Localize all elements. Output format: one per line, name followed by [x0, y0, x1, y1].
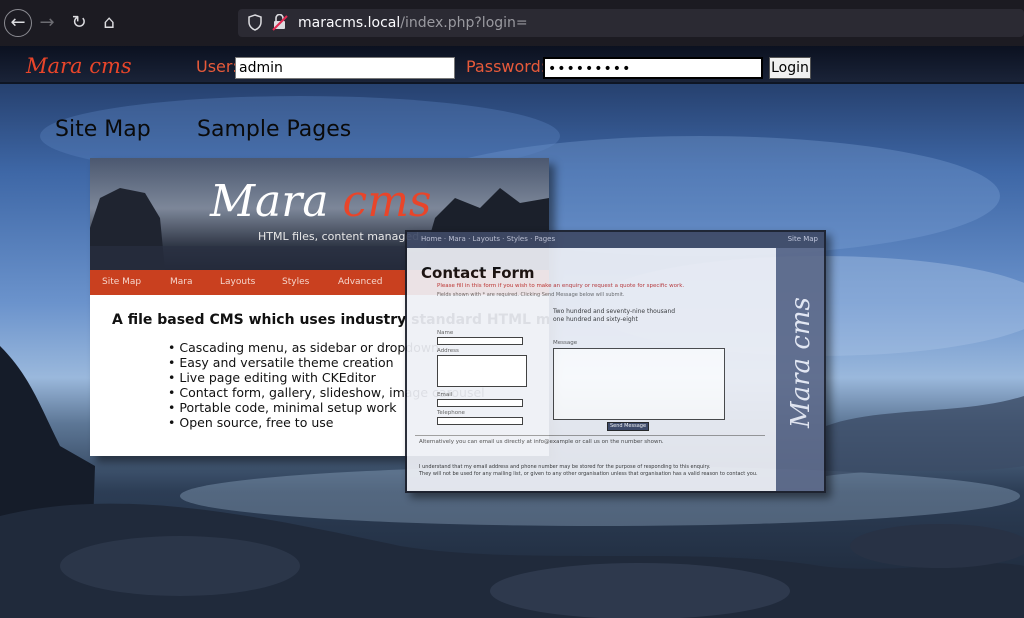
url-path: /index.php?login=: [400, 15, 528, 31]
preview-field-label: Address: [437, 348, 459, 354]
browser-toolbar: ← → ↻ ⌂ maracms.local/index.php?login=: [0, 0, 1024, 46]
preview-form-intro: Please fill in this form if you wish to …: [437, 283, 685, 289]
preview-address-input: [437, 355, 527, 387]
preview-screenshot-contact: Home · Mara · Layouts · Styles · Pages S…: [405, 230, 826, 493]
preview-top-menu: Home · Mara · Layouts · Styles · Pages S…: [407, 232, 824, 248]
preview-email-input: [437, 399, 523, 407]
preview-sidebar-logo: Mara cms: [786, 297, 816, 428]
preview-menu-item: Advanced: [338, 277, 383, 287]
address-bar[interactable]: maracms.local/index.php?login=: [238, 9, 1024, 37]
login-button[interactable]: Login: [769, 57, 811, 79]
reload-button[interactable]: ↻: [66, 10, 92, 36]
url-text[interactable]: maracms.local/index.php?login=: [298, 15, 528, 31]
preview-divider: [415, 435, 765, 436]
preview-form-hint: Fields shown with * are required. Clicki…: [437, 292, 625, 298]
site-logo[interactable]: Mara cms: [26, 54, 132, 78]
url-host: maracms.local: [298, 15, 401, 31]
preview-tagline: HTML files, content managed: [258, 230, 420, 243]
preview-privacy-note: I understand that my email address and p…: [419, 464, 758, 477]
forward-button[interactable]: →: [34, 10, 60, 36]
login-bar: Mara cms User: admin Password: •••••••••…: [0, 46, 1024, 84]
shield-icon[interactable]: [248, 14, 262, 31]
back-button[interactable]: ←: [4, 9, 32, 37]
preview-logo: Mara cms: [210, 176, 432, 227]
preview-field-label: Name: [437, 330, 454, 336]
preview-top-menu-items: Home · Mara · Layouts · Styles · Pages: [421, 235, 556, 243]
page-body: Mara cms User: admin Password: •••••••••…: [0, 46, 1024, 618]
preview-sidebar: Mara cms: [776, 248, 824, 491]
preview-captcha-note: Two hundred and seventy-nine thousand on…: [553, 308, 676, 323]
preview-alt-contact: Alternatively you can email us directly …: [419, 439, 664, 445]
preview-telephone-input: [437, 417, 523, 425]
preview-field-label: Email: [437, 392, 453, 398]
preview-field-label: Telephone: [437, 410, 465, 416]
preview-menu-item: Layouts: [220, 277, 256, 287]
preview-send-button: Send Message: [607, 422, 649, 431]
preview-message-label: Message: [553, 340, 578, 346]
home-button[interactable]: ⌂: [96, 10, 122, 36]
preview-name-input: [437, 337, 523, 345]
nav-site-map[interactable]: Site Map: [55, 117, 151, 142]
preview-logo-main: Mara: [210, 176, 343, 227]
username-input[interactable]: admin: [235, 57, 455, 79]
preview-form-title: Contact Form: [421, 264, 535, 282]
preview-menu-item: Mara: [170, 277, 193, 287]
insecure-lock-icon[interactable]: [272, 14, 288, 31]
nav-sample-pages[interactable]: Sample Pages: [197, 117, 351, 142]
preview-message-box: [553, 348, 725, 420]
password-label: Password:: [466, 57, 547, 76]
preview-logo-accent: cms: [342, 176, 432, 227]
user-label: User:: [196, 57, 238, 76]
preview-menu-item: Styles: [282, 277, 310, 287]
preview-menu-item: Site Map: [102, 277, 142, 287]
password-input[interactable]: •••••••••: [543, 57, 763, 79]
preview-top-menu-right: Site Map: [787, 235, 818, 243]
